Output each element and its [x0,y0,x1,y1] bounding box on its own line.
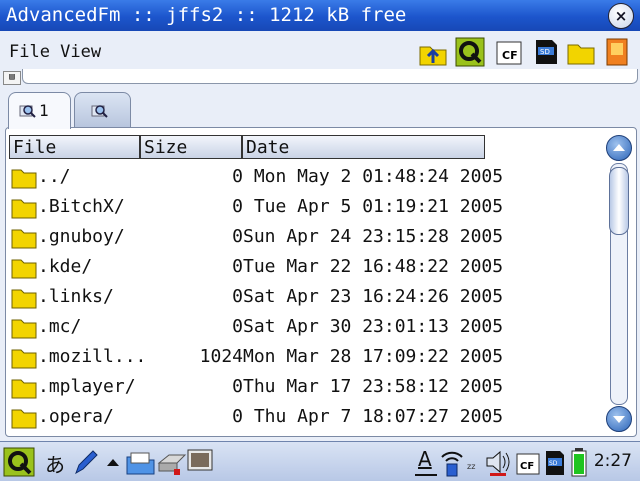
column-header-size[interactable]: Size [140,135,242,159]
cf-card-icon[interactable]: CF [494,37,524,67]
file-list-panel: File Size Date ../ 0 Mon May 2 01:48:24 … [5,127,637,437]
svg-text:CF: CF [502,49,518,62]
document-icon[interactable] [602,37,632,67]
folder-icon [11,169,37,189]
file-name: ../ [38,166,71,187]
file-manager-icon[interactable] [125,447,157,477]
scroll-thumb[interactable] [609,167,629,235]
svg-text:CF: CF [520,461,534,472]
file-name: .BitchX/ [38,196,125,217]
battery-icon[interactable] [569,447,589,477]
close-button[interactable]: × [608,3,634,29]
file-name: .opera/ [38,406,114,427]
file-date: Thu Apr 7 18:07:27 2005 [243,406,504,427]
file-date: Thu Mar 17 23:58:12 2005 [243,376,504,397]
scroll-up-button[interactable] [606,135,632,161]
file-row[interactable]: .BitchX/ 0 Tue Apr 5 01:19:21 2005 [9,193,599,223]
scroll-down-button[interactable] [606,406,632,432]
file-name: .mplayer/ [38,376,136,397]
file-date: Mon Mar 28 17:09:22 2005 [243,346,504,367]
file-row[interactable]: .gnuboy/ 0 Sun Apr 24 23:15:28 2005 [9,223,599,253]
caret-up-icon[interactable] [105,447,121,477]
file-date: Sun Apr 24 23:15:28 2005 [243,226,504,247]
file-date: Mon May 2 01:48:24 2005 [243,166,504,187]
tab-1[interactable]: 1 [8,92,71,129]
pen-input-icon[interactable] [72,447,100,477]
file-view-menu[interactable]: File View [9,42,101,62]
folder-icon[interactable] [566,37,596,67]
file-row[interactable]: .mc/ 0 Sat Apr 30 23:01:13 2005 [9,313,599,343]
file-size: 0 [232,196,243,217]
file-date: Tue Mar 22 16:48:22 2005 [243,256,504,277]
file-name: .mc/ [38,316,82,337]
clock[interactable]: 2:27 [594,451,632,471]
file-date: Sat Apr 23 16:24:26 2005 [243,286,504,307]
arrow-up-icon [613,144,625,151]
sd-card-icon[interactable]: SD [543,447,567,477]
title-bar: AdvancedFm :: jffs2 :: 1212 kB free × [0,0,640,31]
window-switcher-icon[interactable] [186,447,216,477]
path-row: ▤ [0,69,640,89]
sd-card-icon[interactable]: SD [531,37,561,67]
file-name: .kde/ [38,256,93,277]
file-row[interactable]: .mplayer/ 0 Thu Mar 17 23:58:12 2005 [9,373,599,403]
folder-icon [11,379,37,399]
file-size: 1024 [199,346,243,367]
folder-icon [11,349,37,369]
wireless-icon[interactable] [438,447,466,477]
folder-icon [11,319,37,339]
column-header-date[interactable]: Date [242,135,485,159]
file-size: 0 [232,286,243,307]
qtopia-icon[interactable] [455,37,485,67]
file-date: Tue Apr 5 01:19:21 2005 [243,196,504,217]
file-size: 0 [232,376,243,397]
file-row[interactable]: .kde/ 0 Tue Mar 22 16:48:22 2005 [9,253,599,283]
folder-icon [11,229,37,249]
cf-card-icon[interactable]: CF [515,447,541,477]
file-row[interactable]: .mozill... 1024 Mon Mar 28 17:09:22 2005 [9,343,599,373]
file-size: 0 [232,256,243,277]
volume-icon[interactable] [484,447,514,477]
input-method-indicator[interactable]: あ [45,449,65,479]
folder-icon [11,409,37,429]
folder-icon [11,199,37,219]
svg-text:SD: SD [540,48,550,56]
file-size: 0 [232,226,243,247]
file-name: .links/ [38,286,114,307]
window-title: AdvancedFm :: jffs2 :: 1212 kB free [6,4,407,26]
menu-bar: File View CF SD [0,31,640,73]
path-button[interactable]: ▤ [3,71,21,85]
arrow-down-icon [613,416,625,423]
magnifier-icon [91,105,108,118]
svg-text:zz: zz [467,462,475,471]
svg-text:SD: SD [549,460,558,467]
tab-2[interactable] [74,92,131,127]
magnifier-icon [19,105,36,118]
taskbar: あ A zz CF SD 2:27 [0,441,640,481]
file-row[interactable]: ../ 0 Mon May 2 01:48:24 2005 [9,163,599,193]
vertical-scrollbar[interactable] [605,135,632,432]
keyboard-letter: A [418,447,432,471]
folder-icon [11,289,37,309]
file-size: 0 [232,406,243,427]
path-field[interactable] [22,69,638,84]
folder-icon [11,259,37,279]
file-row[interactable]: .links/ 0 Sat Apr 23 16:24:26 2005 [9,283,599,313]
file-size: 0 [232,166,243,187]
column-header-file[interactable]: File [9,135,140,159]
drive-icon[interactable] [156,447,188,477]
file-name: .mozill... [38,346,147,367]
file-size: 0 [232,316,243,337]
sleep-icon: zz [467,462,475,471]
up-folder-icon[interactable] [418,37,448,67]
file-date: Sat Apr 30 23:01:13 2005 [243,316,504,337]
file-name: .gnuboy/ [38,226,125,247]
start-menu-icon[interactable] [3,447,37,477]
tab-1-label: 1 [39,101,49,120]
file-row[interactable]: .opera/ 0 Thu Apr 7 18:07:27 2005 [9,403,599,433]
